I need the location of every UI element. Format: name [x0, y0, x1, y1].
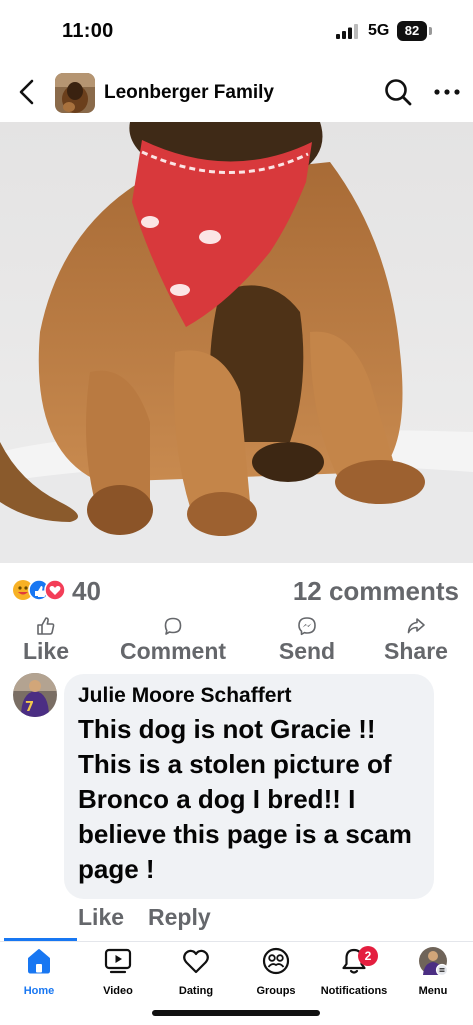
tab-menu[interactable]: Menu — [410, 946, 456, 997]
puppy-with-bandana-image — [0, 122, 473, 563]
nav-divider — [0, 941, 473, 942]
comment-button[interactable]: Comment — [110, 616, 236, 665]
groups-icon — [262, 947, 290, 975]
tab-video[interactable]: Video — [93, 946, 143, 997]
group-avatar[interactable] — [55, 73, 95, 113]
tab-home-label: Home — [23, 985, 55, 997]
messenger-icon — [298, 617, 316, 636]
tab-notifications[interactable]: Notifications — [318, 946, 390, 997]
share-label: Share — [384, 638, 448, 664]
tab-menu-label: Menu — [418, 985, 448, 997]
share-button[interactable]: Share — [377, 616, 455, 665]
status-bar: 11:00 5G 82 — [0, 0, 473, 62]
comment-label: Comment — [119, 638, 227, 664]
reaction-count: 40 — [72, 576, 101, 606]
comment-like-button[interactable]: Like — [78, 904, 124, 931]
video-icon — [104, 948, 132, 974]
svg-text:7: 7 — [25, 700, 34, 715]
menu-avatar-icon — [419, 947, 448, 976]
network-label: 5G — [368, 22, 390, 39]
dog-avatar-image — [55, 73, 95, 113]
like-label: Like — [22, 638, 70, 664]
group-header: Leonberger Family — [0, 62, 473, 122]
home-icon — [28, 949, 50, 974]
notifications-badge: 2 — [358, 946, 378, 966]
back-arrow-icon[interactable] — [14, 76, 42, 108]
like-button[interactable]: Like — [19, 616, 73, 665]
commenter-avatar[interactable]: 7 — [13, 673, 57, 717]
status-time: 11:00 — [62, 20, 114, 42]
tab-home[interactable]: Home — [14, 946, 64, 997]
tab-groups[interactable]: Groups — [250, 946, 302, 997]
comment-reply-button[interactable]: Reply — [148, 904, 211, 931]
comment-text: This dog is not Gracie !! This is a stol… — [78, 714, 412, 884]
battery-icon: 82 — [397, 21, 427, 41]
tab-dating[interactable]: Dating — [171, 946, 221, 997]
reaction-icons — [13, 579, 66, 601]
tab-groups-label: Groups — [256, 985, 296, 997]
more-icon[interactable] — [433, 82, 461, 102]
share-icon — [407, 618, 425, 634]
comment-bubble[interactable]: Julie Moore Schaffert This dog is not Gr… — [64, 674, 434, 899]
comments-count[interactable]: 12 comments — [293, 576, 459, 607]
search-icon[interactable] — [383, 77, 413, 107]
post-photo[interactable] — [0, 122, 473, 563]
home-indicator — [152, 1010, 320, 1016]
tab-notifications-label: Notifications — [320, 985, 388, 997]
tab-video-label: Video — [103, 985, 133, 997]
tab-dating-label: Dating — [178, 985, 214, 997]
comment-icon — [164, 617, 182, 635]
send-button[interactable]: Send — [273, 616, 341, 665]
comment-author[interactable]: Julie Moore Schaffert — [78, 684, 420, 708]
commenter-photo: 7 — [13, 673, 57, 717]
battery-tip — [429, 27, 432, 35]
dating-heart-icon — [183, 949, 209, 974]
like-icon — [37, 617, 55, 635]
send-label: Send — [278, 638, 336, 664]
group-title[interactable]: Leonberger Family — [104, 82, 274, 104]
signal-icon — [336, 24, 358, 39]
